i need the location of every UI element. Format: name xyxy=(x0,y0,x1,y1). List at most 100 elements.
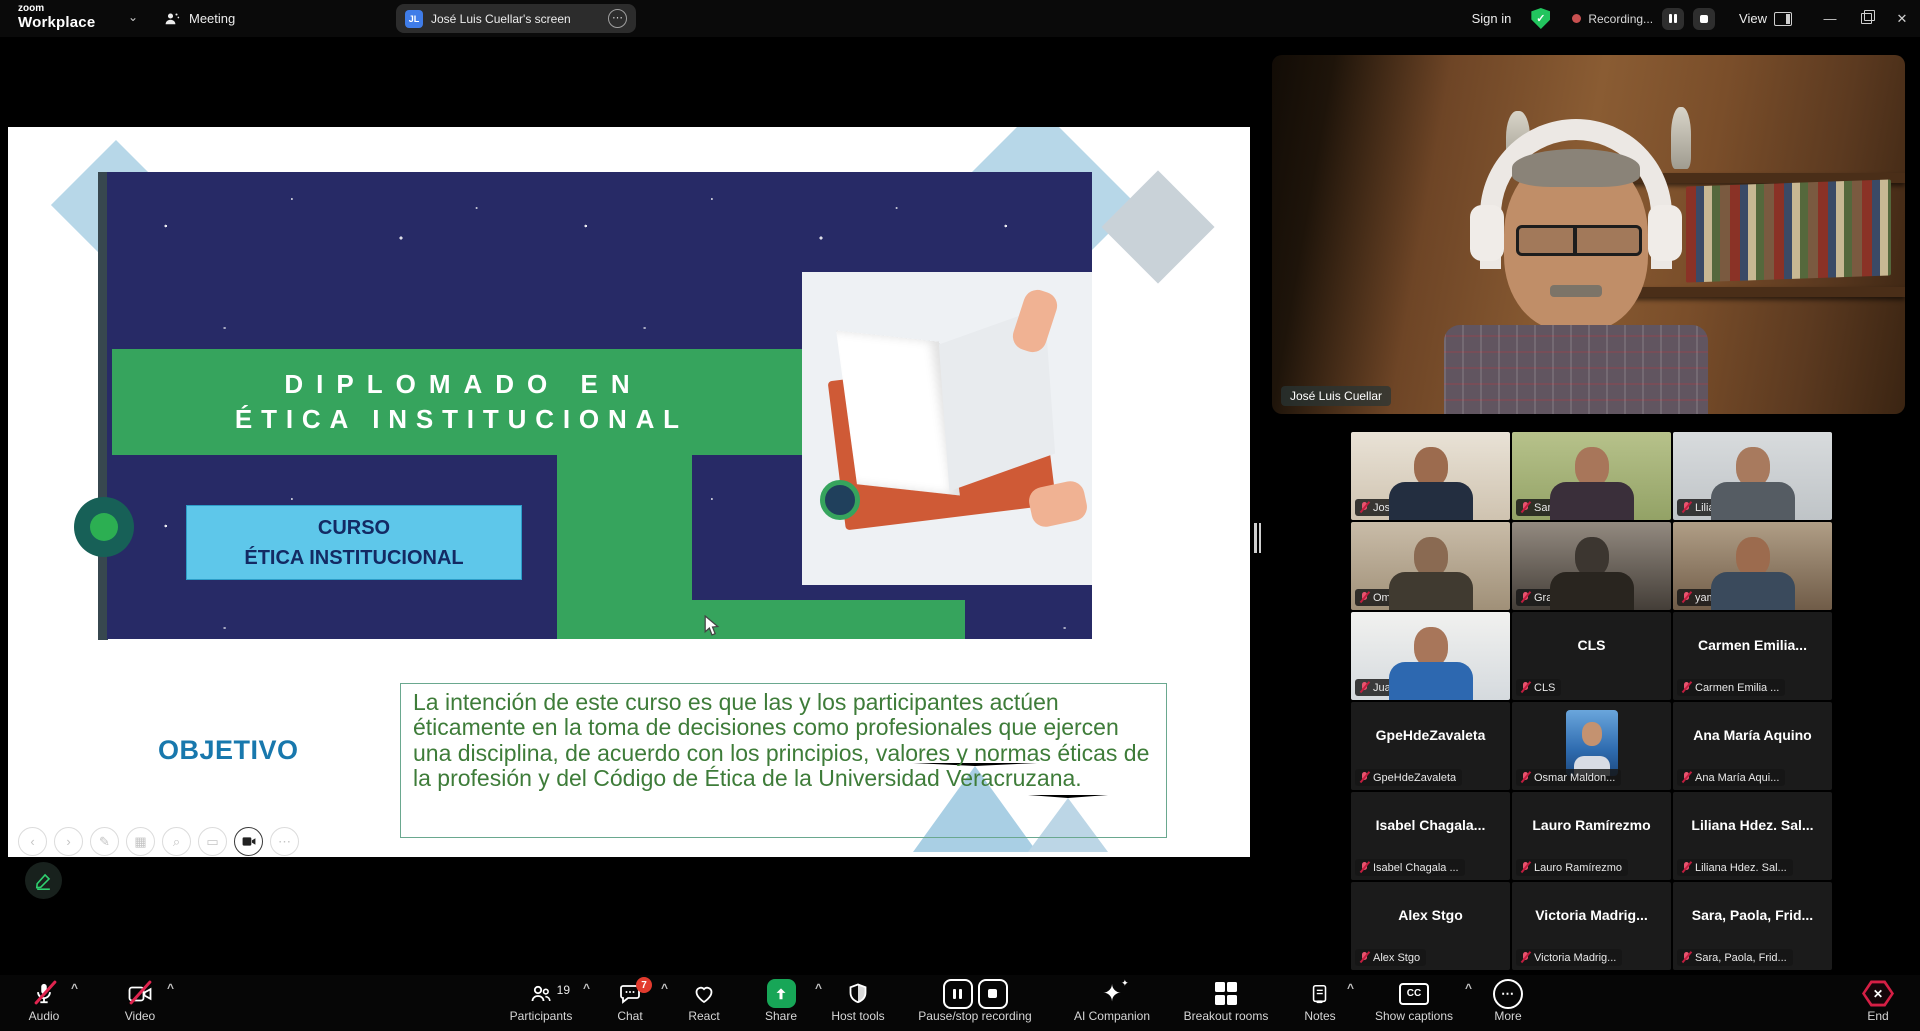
participants-button[interactable]: 19 Participants ^ xyxy=(498,975,584,1023)
breakout-rooms-button[interactable]: Breakout rooms xyxy=(1174,975,1278,1023)
participant-display-name: CLS xyxy=(1512,612,1671,678)
video-button[interactable]: Video ^ xyxy=(112,975,168,1023)
end-meeting-button[interactable]: ✕ End xyxy=(1850,975,1906,1023)
heart-icon xyxy=(692,982,716,1006)
more-tools-button[interactable]: ⋯ xyxy=(270,827,299,856)
pause-stop-recording-button[interactable]: Pause/stop recording xyxy=(900,975,1050,1023)
muted-mic-icon xyxy=(1359,681,1369,694)
tab-shared-screen[interactable]: JL José Luis Cuellar's screen ⋯ xyxy=(396,4,636,33)
muted-mic-icon xyxy=(1359,861,1369,874)
share-icon xyxy=(767,979,796,1008)
participants-count: 19 xyxy=(557,983,570,997)
participant-display-name: Ana María Aquino xyxy=(1673,702,1832,768)
next-slide-button[interactable]: › xyxy=(54,827,83,856)
notes-chevron[interactable]: ^ xyxy=(1347,982,1354,994)
show-captions-button[interactable]: CC Show captions ^ xyxy=(1362,975,1466,1023)
participant-name-label: Lilia Elena Aguil... xyxy=(1695,502,1782,514)
tab-options-icon[interactable]: ⋯ xyxy=(608,9,627,28)
participant-tile[interactable]: Ana María Aquino Ana María Aqui... xyxy=(1673,702,1832,790)
participants-icon xyxy=(528,982,554,1006)
display-settings-button[interactable]: ▭ xyxy=(198,827,227,856)
pen-tool-button[interactable]: ✎ xyxy=(90,827,119,856)
notes-button[interactable]: Notes ^ xyxy=(1292,975,1348,1023)
participant-tile[interactable]: Juan Alberto Ro... xyxy=(1351,612,1510,700)
panel-resize-handle[interactable] xyxy=(1254,523,1262,553)
more-label: More xyxy=(1494,1009,1521,1023)
chevron-down-icon[interactable]: ⌄ xyxy=(128,10,138,24)
slide-title-banner: DIPLOMADO EN ÉTICA INSTITUCIONAL xyxy=(112,349,802,455)
share-chevron[interactable]: ^ xyxy=(815,982,822,994)
restore-button[interactable] xyxy=(1848,0,1884,37)
participant-tile[interactable]: Alex Stgo Alex Stgo xyxy=(1351,882,1510,970)
stop-recording-icon[interactable] xyxy=(978,979,1008,1009)
participant-name-pill: CLS xyxy=(1516,679,1561,696)
participant-tile[interactable]: yamir paz oriza... xyxy=(1673,522,1832,610)
participant-name-label: Omar AngelVela... xyxy=(1373,592,1462,604)
participant-tile[interactable]: Osmar Maldon... xyxy=(1512,702,1671,790)
participant-tile[interactable]: Isabel Chagala... Isabel Chagala ... xyxy=(1351,792,1510,880)
participant-tile[interactable]: CLS CLS xyxy=(1512,612,1671,700)
avatar: JL xyxy=(405,10,423,28)
annotate-button[interactable] xyxy=(25,862,62,899)
participant-tile[interactable]: José Luis Álvare... xyxy=(1351,432,1510,520)
decor-green-block xyxy=(557,455,692,639)
more-icon: ⋯ xyxy=(1493,979,1523,1009)
previous-slide-button[interactable]: ‹ xyxy=(18,827,47,856)
share-button[interactable]: Share ^ xyxy=(746,975,816,1023)
participant-tile[interactable]: Lauro Ramírezmo Lauro Ramírezmo xyxy=(1512,792,1671,880)
muted-mic-icon xyxy=(1520,591,1530,604)
participant-tile[interactable]: Sara, Paola, Frid... Sara, Paola, Frid..… xyxy=(1673,882,1832,970)
chat-chevron[interactable]: ^ xyxy=(661,982,668,994)
participant-tile[interactable]: Liliana Hdez. Sal... Liliana Hdez. Sal..… xyxy=(1673,792,1832,880)
tab-meeting[interactable]: Meeting xyxy=(163,0,235,37)
close-button[interactable]: ✕ xyxy=(1884,0,1920,37)
ai-companion-button[interactable]: ✦ AI Companion xyxy=(1064,975,1160,1023)
view-menu[interactable]: View xyxy=(1739,11,1792,26)
background-books xyxy=(1686,179,1891,282)
participants-chevron[interactable]: ^ xyxy=(583,982,590,994)
course-box: CURSO ÉTICA INSTITUCIONAL xyxy=(186,505,522,580)
sign-in-link[interactable]: Sign in xyxy=(1472,11,1512,26)
course-line1: CURSO xyxy=(318,513,390,543)
participant-tile[interactable]: Victoria Madrig... Victoria Madrig... xyxy=(1512,882,1671,970)
slides-overview-button[interactable]: ▦ xyxy=(126,827,155,856)
audio-options-chevron[interactable]: ^ xyxy=(71,982,78,994)
participant-display-name: GpeHdeZavaleta xyxy=(1351,702,1510,768)
audio-button[interactable]: Audio ^ xyxy=(16,975,72,1023)
chat-button[interactable]: 7 Chat ^ xyxy=(598,975,662,1023)
participant-display-name: Carmen Emilia... xyxy=(1673,612,1832,678)
pencil-icon xyxy=(34,871,53,890)
participant-name-pill: Sandra Jannet F... xyxy=(1516,499,1629,516)
host-tools-button[interactable]: Host tools xyxy=(830,975,886,1023)
logo-zoom-text: zoom xyxy=(18,4,95,15)
mouse-cursor xyxy=(704,615,720,637)
pause-recording-icon[interactable] xyxy=(943,979,973,1009)
participant-tile[interactable]: Lilia Elena Aguil... xyxy=(1673,432,1832,520)
participant-name-pill: Omar AngelVela... xyxy=(1355,589,1468,606)
muted-mic-icon xyxy=(1520,501,1530,514)
participant-name-label: Osmar Maldon... xyxy=(1534,772,1615,784)
book-illustration xyxy=(802,272,1092,585)
speaker-mustache xyxy=(1550,285,1602,297)
video-options-chevron[interactable]: ^ xyxy=(167,982,174,994)
more-button[interactable]: ⋯ More xyxy=(1480,975,1536,1023)
minimize-button[interactable]: — xyxy=(1812,0,1848,37)
participant-name-pill: GpeHdeZavaleta xyxy=(1355,769,1462,786)
breakout-rooms-label: Breakout rooms xyxy=(1184,1009,1269,1023)
host-tools-label: Host tools xyxy=(831,1009,884,1023)
presentation-controls: ‹ › ✎ ▦ ⌕ ▭ ⋯ xyxy=(18,827,299,856)
participant-tile[interactable]: GpeHdeZavaleta GpeHdeZavaleta xyxy=(1351,702,1510,790)
security-shield-icon[interactable]: ✓ xyxy=(1531,8,1550,29)
speaker-shirt xyxy=(1444,325,1708,414)
stop-recording-button[interactable] xyxy=(1693,8,1715,30)
participant-tile[interactable]: Carmen Emilia... Carmen Emilia ... xyxy=(1673,612,1832,700)
pause-recording-button[interactable] xyxy=(1662,8,1684,30)
participant-tile[interactable]: Omar AngelVela... xyxy=(1351,522,1510,610)
camera-toggle-button[interactable] xyxy=(234,827,263,856)
participant-tile[interactable]: Grace Michelle ... xyxy=(1512,522,1671,610)
zoom-tool-button[interactable]: ⌕ xyxy=(162,827,191,856)
captions-chevron[interactable]: ^ xyxy=(1465,982,1472,994)
participant-tile[interactable]: Sandra Jannet F... xyxy=(1512,432,1671,520)
active-speaker-video[interactable]: José Luis Cuellar xyxy=(1272,55,1905,414)
react-button[interactable]: React xyxy=(676,975,732,1023)
